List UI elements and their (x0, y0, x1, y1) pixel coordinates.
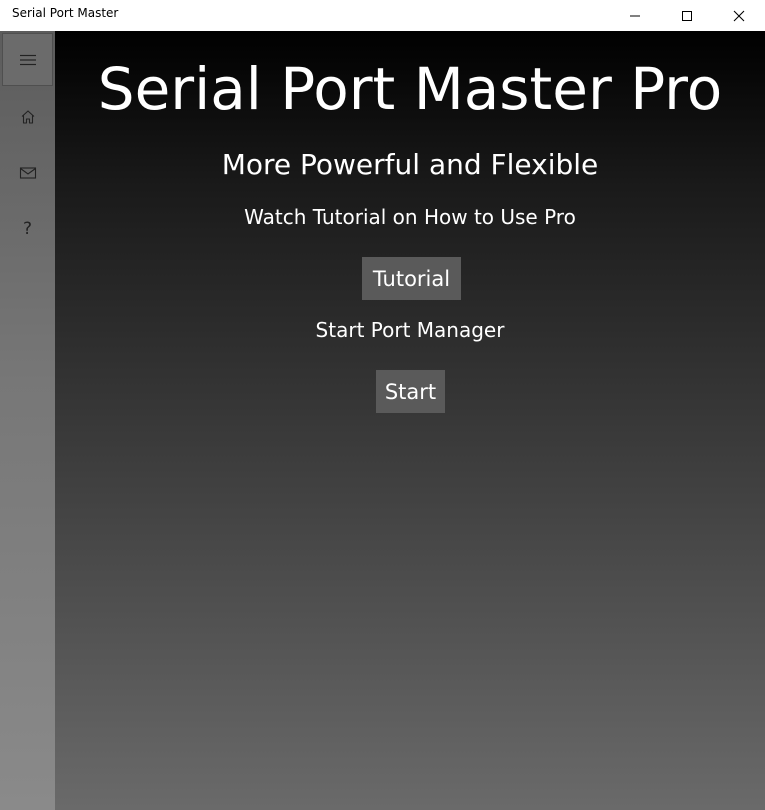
tutorial-button[interactable]: Tutorial (362, 257, 461, 300)
sidebar-item-mail[interactable] (0, 145, 55, 201)
nav-sidebar: ? (0, 31, 55, 810)
minimize-button[interactable] (610, 0, 660, 31)
home-icon (21, 110, 34, 124)
app-window: Serial Port Master ? Serial Port Master … (0, 0, 765, 810)
close-icon (733, 10, 745, 21)
hamburger-menu-button[interactable] (2, 33, 53, 86)
page-title: Serial Port Master Pro (97, 55, 723, 123)
minimize-icon (630, 15, 640, 16)
help-icon: ? (22, 219, 33, 239)
tutorial-label: Watch Tutorial on How to Use Pro (244, 205, 576, 229)
sidebar-item-home[interactable] (0, 89, 55, 145)
maximize-icon (682, 10, 692, 21)
start-button[interactable]: Start (376, 370, 445, 413)
page-subtitle: More Powerful and Flexible (221, 148, 599, 181)
window-title: Serial Port Master (12, 6, 119, 20)
maximize-button[interactable] (662, 0, 712, 31)
hamburger-icon (19, 54, 36, 65)
mail-icon (19, 167, 36, 179)
start-port-manager-label: Start Port Manager (315, 318, 505, 342)
main-content: Serial Port Master Pro More Powerful and… (55, 31, 765, 810)
sidebar-item-help[interactable]: ? (0, 201, 55, 257)
title-bar[interactable]: Serial Port Master (0, 0, 765, 31)
close-button[interactable] (714, 0, 764, 31)
